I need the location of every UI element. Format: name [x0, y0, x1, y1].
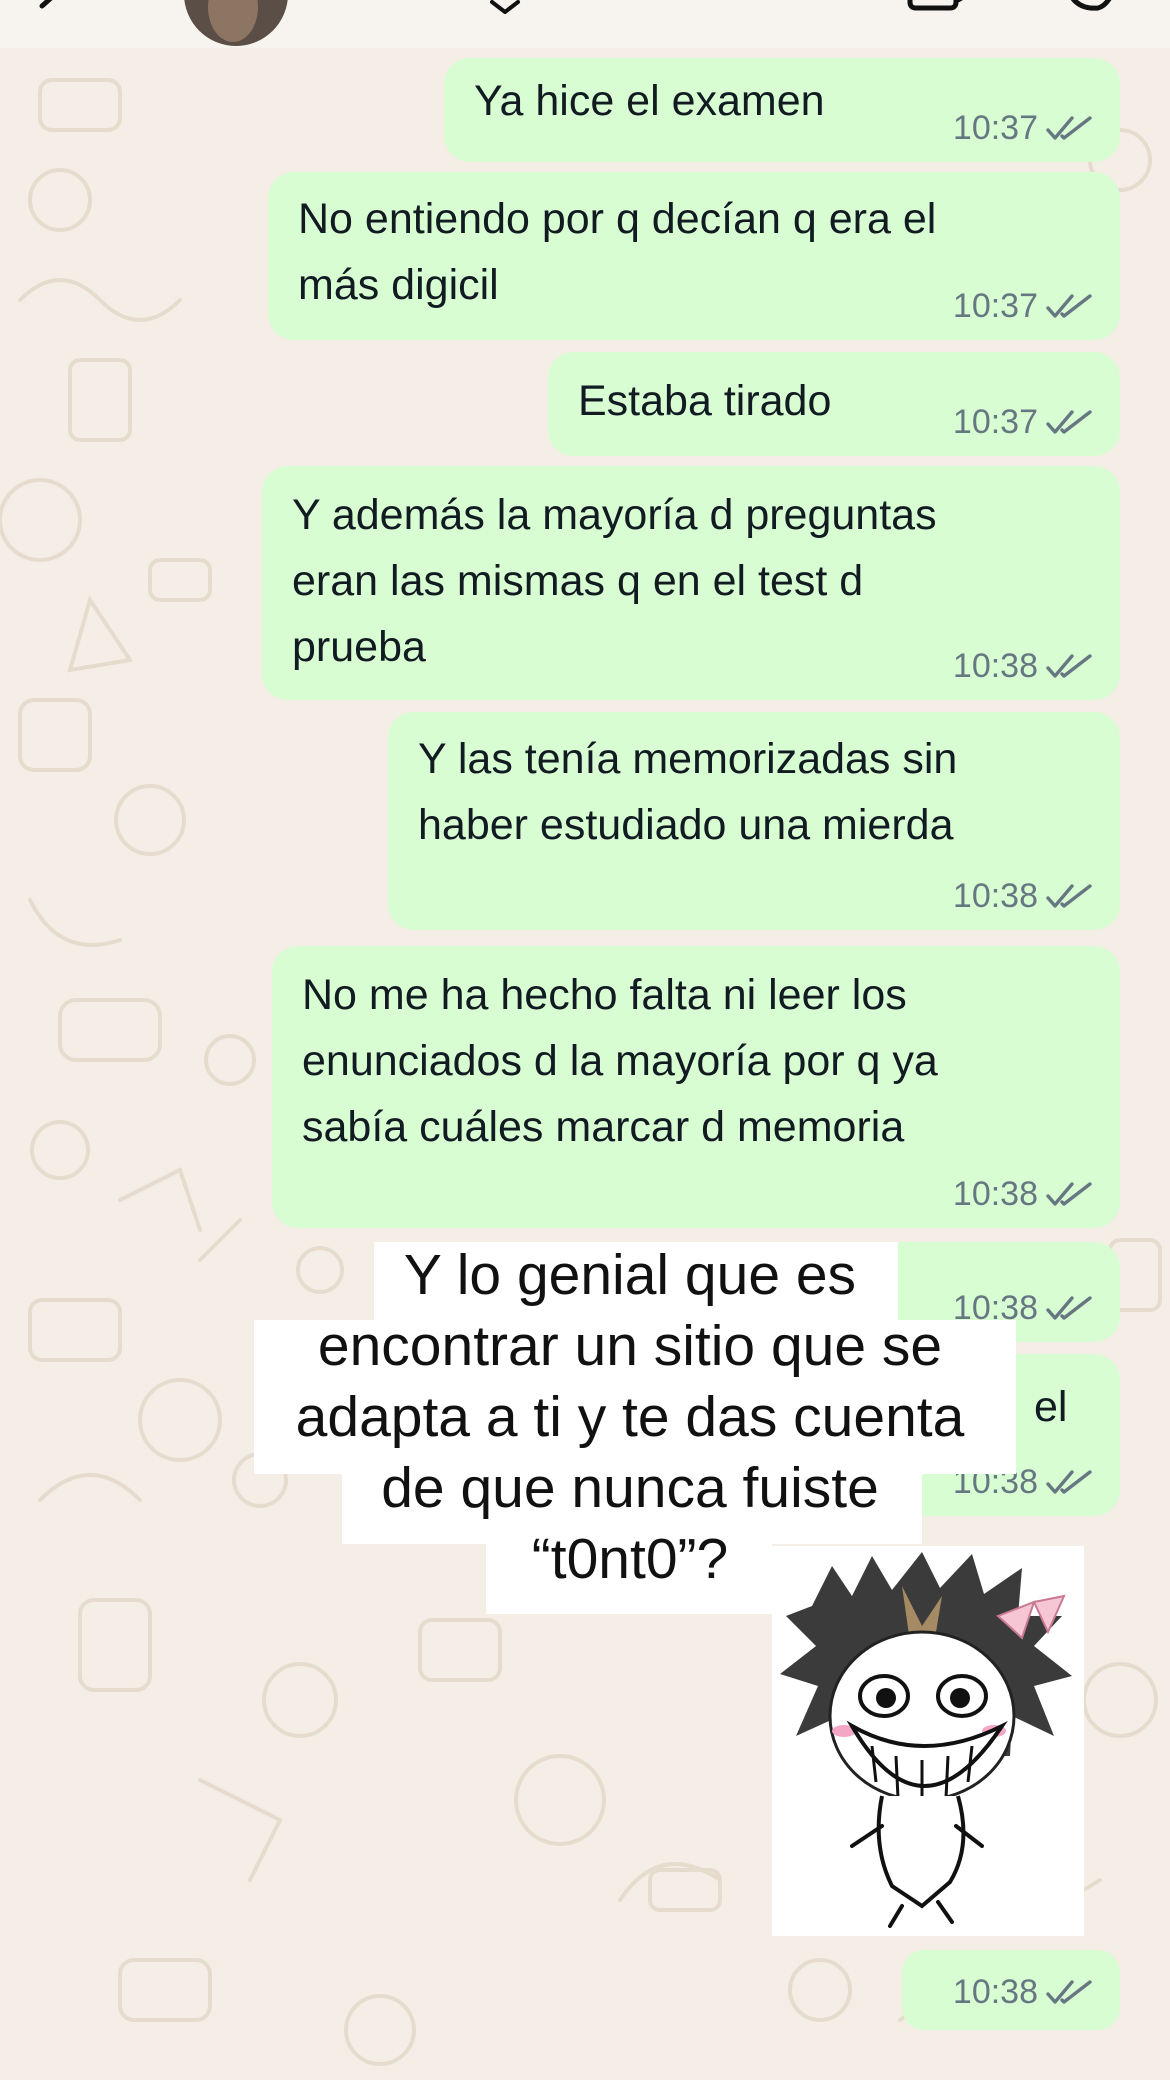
message-meta: 10:38: [953, 646, 1094, 686]
message-time: 10:38: [952, 877, 1038, 915]
message-bubble[interactable]: Y las tenía memorizadas sin haber estudi…: [388, 712, 1120, 930]
message-time: 10:37: [952, 287, 1038, 325]
message-text: No me ha hecho falta ni leer los enuncia…: [302, 971, 938, 1151]
message-bubble[interactable]: No me ha hecho falta ni leer los enuncia…: [272, 946, 1120, 1228]
message-time: 10:38: [952, 1175, 1038, 1213]
message-bubble[interactable]: No entiendo por q decían q era el más di…: [268, 172, 1120, 340]
trollface-anime-sticker-icon: [780, 1552, 1072, 1928]
message-time: 10:37: [952, 109, 1038, 147]
back-chevron-icon[interactable]: [30, 0, 70, 30]
sticker-time-bubble: 10:38: [902, 1950, 1120, 2030]
message-meta: 10:37: [953, 402, 1094, 442]
phone-call-icon[interactable]: [1062, 0, 1122, 16]
meme-caption: Y lo genial que es encontrar un sitio qu…: [250, 1240, 1010, 1595]
dropdown-chevron-icon[interactable]: [488, 0, 522, 14]
read-double-check-icon: [1046, 410, 1092, 434]
sticker-message[interactable]: [772, 1546, 1084, 1936]
message-time: 10:38: [952, 647, 1038, 685]
meme-caption-line: de que nunca fuiste: [381, 1456, 879, 1520]
read-double-check-icon: [1046, 654, 1092, 678]
meme-caption-line: encontrar un sitio que se: [317, 1314, 943, 1378]
read-double-check-icon: [1046, 884, 1092, 908]
message-text: Ya hice el examen: [474, 77, 825, 125]
message-text: Y además la mayoría d preguntas eran las…: [292, 491, 937, 671]
read-double-check-icon: [1046, 1470, 1092, 1494]
message-text: No entiendo por q decían q era el más di…: [298, 195, 937, 309]
message-meta: 10:37: [953, 286, 1094, 326]
message-text: el: [1034, 1383, 1068, 1431]
contact-avatar[interactable]: [184, 0, 288, 46]
message-meta: 10:38: [953, 876, 1094, 916]
meme-caption-line: Y lo genial que es: [403, 1243, 857, 1307]
message-meta: 10:38: [953, 1972, 1094, 2012]
message-meta: 10:38: [953, 1174, 1094, 1214]
meme-caption-line: “t0nt0”?: [531, 1527, 729, 1591]
message-bubble[interactable]: Estaba tirado 10:37: [548, 352, 1120, 456]
message-time: 10:37: [952, 403, 1038, 441]
message-meta: 10:37: [953, 108, 1094, 148]
message-bubble[interactable]: Y además la mayoría d preguntas eran las…: [262, 466, 1120, 700]
message-text: Y las tenía memorizadas sin haber estudi…: [418, 735, 958, 849]
message-text: Estaba tirado: [578, 377, 832, 425]
message-time: 10:38: [952, 1973, 1038, 2011]
video-call-icon[interactable]: [906, 0, 976, 16]
chat-header: [0, 0, 1170, 48]
meme-caption-line: adapta a ti y te das cuenta: [295, 1385, 965, 1449]
read-double-check-icon: [1046, 1296, 1092, 1320]
read-double-check-icon: [1046, 1980, 1092, 2004]
read-double-check-icon: [1046, 1182, 1092, 1206]
read-double-check-icon: [1046, 116, 1092, 140]
message-bubble[interactable]: Ya hice el examen 10:37: [444, 58, 1120, 162]
read-double-check-icon: [1046, 294, 1092, 318]
